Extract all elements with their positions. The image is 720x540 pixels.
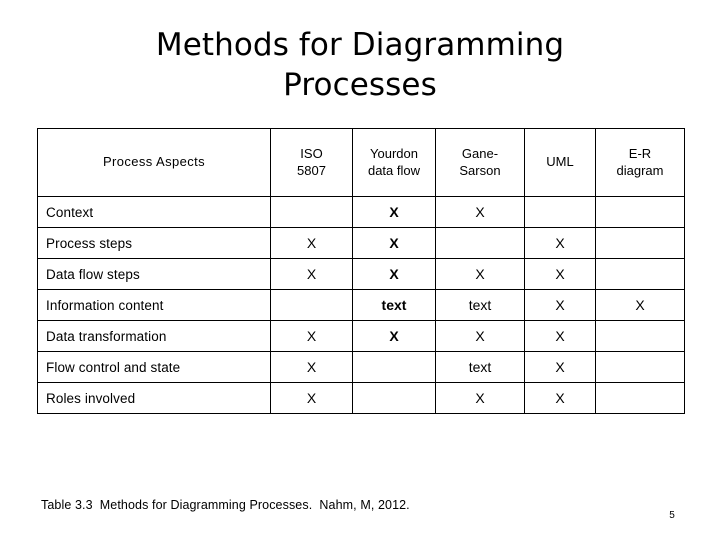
row-label: Process steps xyxy=(37,227,271,259)
cell-mark: X xyxy=(270,258,353,290)
page-title: Methods for Diagramming Processes xyxy=(155,27,565,103)
table-body: Context X X Process steps X X X Data flow steps… xyxy=(37,196,685,414)
cell-mark xyxy=(270,289,353,321)
cell-mark: X xyxy=(524,382,596,414)
cell-mark: X xyxy=(524,258,596,290)
methods-table: Process Aspects ISO 5807 Yourdon data fl… xyxy=(37,128,685,414)
slide-canvas: Methods for Diagramming Processes Proces… xyxy=(0,0,720,540)
cell-mark xyxy=(595,227,685,259)
cell-mark: X xyxy=(435,196,525,228)
cell-mark: X xyxy=(352,320,436,352)
cell-mark: X xyxy=(270,227,353,259)
cell-mark xyxy=(352,351,436,383)
cell-mark: X xyxy=(352,258,436,290)
cell-mark: X xyxy=(352,227,436,259)
cell-mark xyxy=(595,351,685,383)
row-label: Data transformation xyxy=(37,320,271,352)
column-header-gane-sarson: Gane- Sarson xyxy=(435,128,525,197)
cell-mark: text xyxy=(435,289,525,321)
column-header-iso-5807: ISO 5807 xyxy=(270,128,353,197)
cell-mark: X xyxy=(435,258,525,290)
cell-mark xyxy=(270,196,353,228)
table-caption: Table 3.3 Methods for Diagramming Proces… xyxy=(41,498,410,512)
cell-mark xyxy=(524,196,596,228)
cell-mark xyxy=(595,196,685,228)
cell-mark: X xyxy=(270,320,353,352)
table-row: Data flow steps X X X X xyxy=(37,258,685,290)
table-header: Process Aspects ISO 5807 Yourdon data fl… xyxy=(37,128,685,197)
cell-mark xyxy=(595,382,685,414)
column-header-uml: UML xyxy=(524,128,596,197)
methods-table-container: Process Aspects ISO 5807 Yourdon data fl… xyxy=(37,128,685,414)
row-label: Flow control and state xyxy=(37,351,271,383)
table-header-row: Process Aspects ISO 5807 Yourdon data fl… xyxy=(37,128,685,197)
cell-mark xyxy=(595,258,685,290)
column-header-yourdon-data-flow: Yourdon data flow xyxy=(352,128,436,197)
page-number: 5 xyxy=(669,510,675,521)
cell-mark: X xyxy=(435,382,525,414)
table-row: Process steps X X X xyxy=(37,227,685,259)
cell-mark xyxy=(352,382,436,414)
cell-mark: X xyxy=(524,289,596,321)
cell-mark xyxy=(435,227,525,259)
table-row: Information content text text X X xyxy=(37,289,685,321)
cell-mark: X xyxy=(270,382,353,414)
row-label: Context xyxy=(37,196,271,228)
row-label: Data flow steps xyxy=(37,258,271,290)
table-row: Flow control and state Xtext X xyxy=(37,351,685,383)
cell-mark: X xyxy=(352,196,436,228)
table-row: Roles involved X X X xyxy=(37,382,685,414)
column-header-process-aspects: Process Aspects xyxy=(37,128,271,197)
cell-mark: X xyxy=(435,320,525,352)
cell-mark: X xyxy=(524,351,596,383)
column-header-er-diagram: E-R diagram xyxy=(595,128,685,197)
table-row: Context X X xyxy=(37,196,685,228)
cell-mark: X xyxy=(595,289,685,321)
row-label: Roles involved xyxy=(37,382,271,414)
cell-mark: X xyxy=(524,227,596,259)
cell-mark: text xyxy=(435,351,525,383)
cell-mark: X xyxy=(270,351,353,383)
cell-mark: X xyxy=(524,320,596,352)
cell-mark: text xyxy=(352,289,436,321)
table-row: Data transformation X X X X xyxy=(37,320,685,352)
row-label: Information content xyxy=(37,289,271,321)
cell-mark xyxy=(595,320,685,352)
